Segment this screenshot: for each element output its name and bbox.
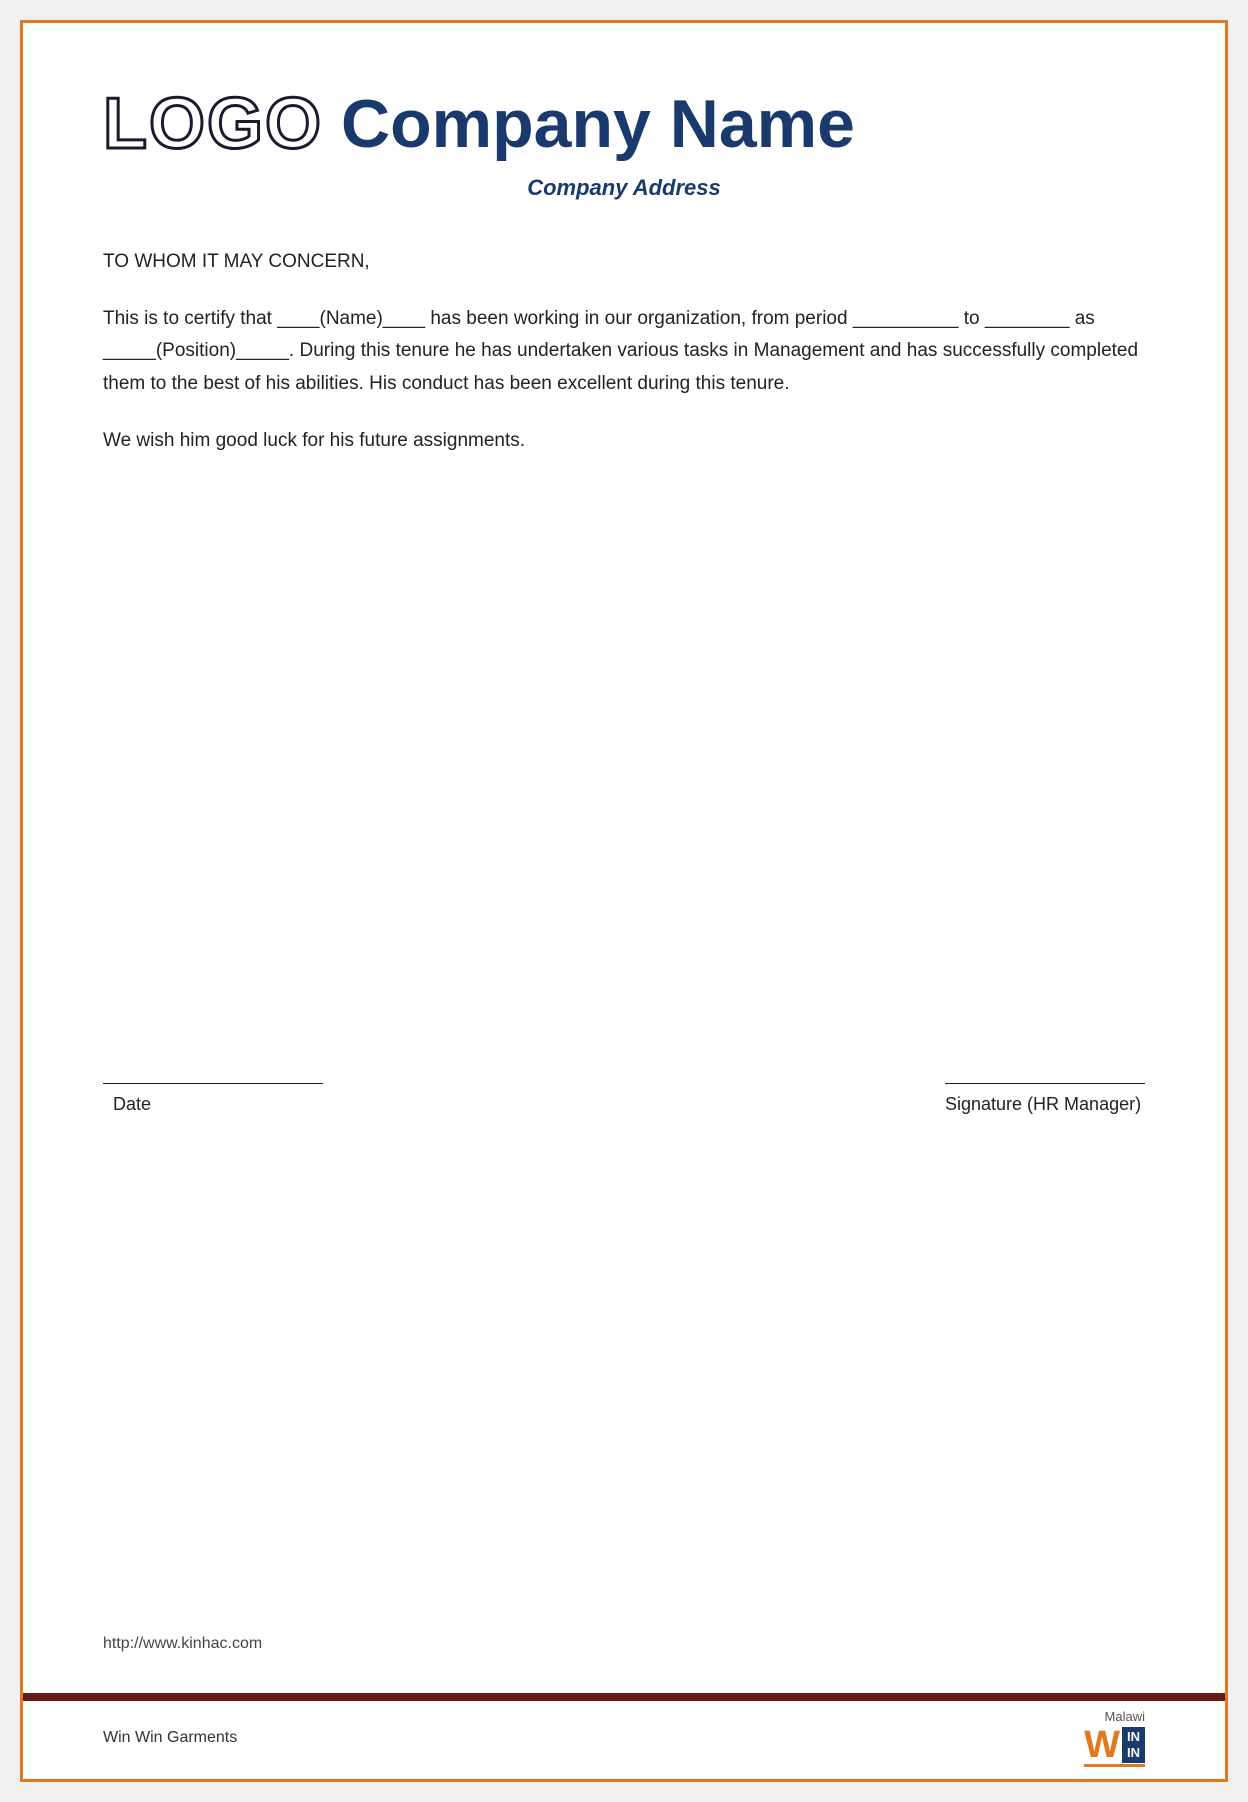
signature-area: Date Signature (HR Manager): [103, 1083, 1145, 1115]
page-content: LOGO Company Name Company Address TO WHO…: [23, 23, 1225, 1693]
letter-paragraph-2: We wish him good luck for his future ass…: [103, 425, 1145, 457]
footer-bar: [23, 1693, 1225, 1701]
malawi-label: Malawi: [1105, 1709, 1145, 1724]
win-win-logo: Malawi W IN IN: [1084, 1709, 1145, 1767]
header-area: LOGO Company Name: [103, 83, 1145, 165]
letter-paragraph-1: This is to certify that ____(Name)____ h…: [103, 303, 1145, 400]
win-logo-box: W IN IN: [1084, 1726, 1145, 1767]
paragraph1-text: This is to certify that ____(Name)____ h…: [103, 308, 1138, 394]
footer-company-name: Win Win Garments: [103, 1729, 237, 1747]
win-in-bottom: IN: [1127, 1745, 1140, 1761]
win-in-top: IN: [1127, 1729, 1140, 1745]
company-address-area: Company Address: [103, 175, 1145, 201]
hr-manager-label: Signature (HR Manager): [945, 1094, 1141, 1115]
website-url: http://www.kinhac.com: [103, 1635, 262, 1652]
date-block: Date: [103, 1083, 323, 1115]
company-address-text: Company Address: [527, 175, 721, 200]
date-line: [103, 1083, 323, 1084]
footer-content: Win Win Garments Malawi W IN IN: [23, 1701, 1225, 1779]
salutation: TO WHOM IT MAY CONCERN,: [103, 251, 1145, 273]
logo-text: LOGO: [103, 83, 323, 165]
date-label: Date: [103, 1094, 151, 1115]
website-area: http://www.kinhac.com: [103, 1135, 1145, 1653]
signature-line: [945, 1083, 1145, 1084]
signature-block: Signature (HR Manager): [945, 1083, 1145, 1115]
win-in-box: IN IN: [1122, 1727, 1145, 1762]
document-page: LOGO Company Name Company Address TO WHO…: [20, 20, 1228, 1782]
win-w-letter: W: [1084, 1726, 1120, 1764]
company-name-heading: Company Name: [341, 85, 855, 163]
letter-body: TO WHOM IT MAY CONCERN, This is to certi…: [103, 251, 1145, 923]
